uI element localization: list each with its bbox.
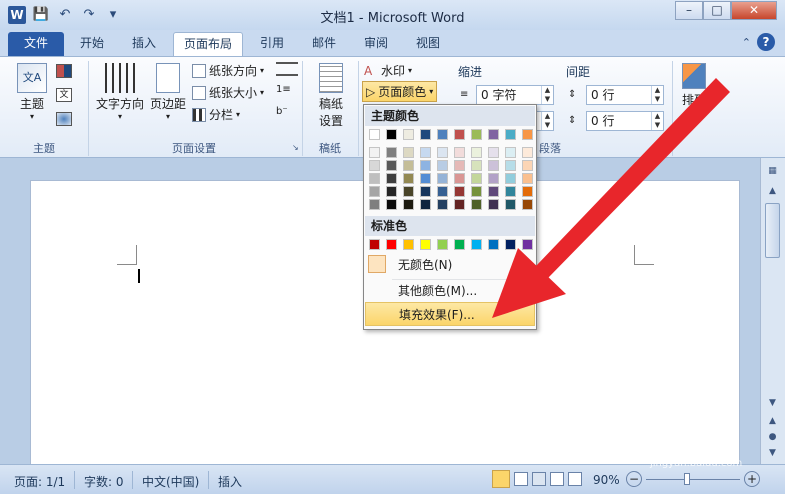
arrow-shaft (536, 78, 730, 278)
baidu-jingyan-url: jingyan.baidu.com (650, 458, 743, 469)
baidu-jingyan-watermark: Bai 经验 (588, 421, 694, 449)
